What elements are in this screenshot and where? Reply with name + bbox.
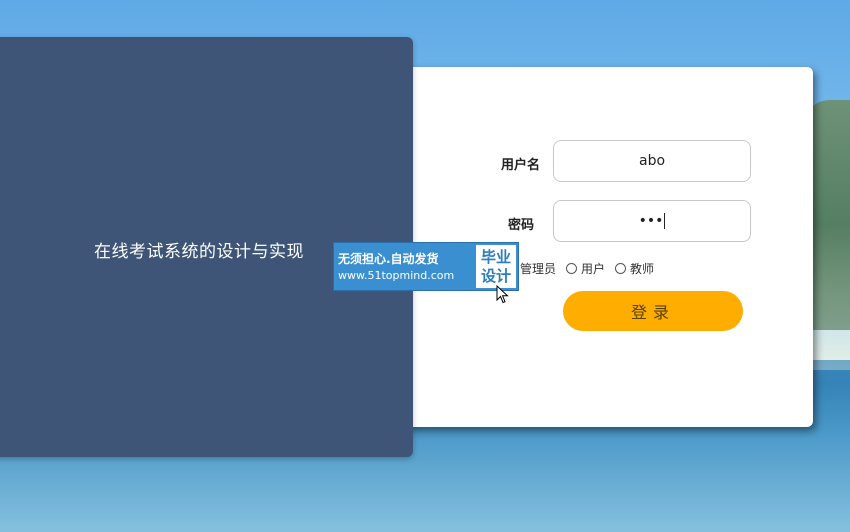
role-label-admin: 管理员 [520, 262, 557, 276]
watermark-badge: 毕业 设计 [476, 245, 516, 288]
watermark-stamp: 无须担心.自动发货 www.51topmind.com 毕业 设计 [333, 242, 519, 291]
radio-icon[interactable] [566, 263, 578, 274]
password-input[interactable]: ••• [553, 200, 751, 242]
watermark-text: 无须担心.自动发货 www.51topmind.com [334, 243, 474, 290]
role-label-user: 用户 [581, 262, 606, 276]
watermark-line2: www.51topmind.com [338, 268, 455, 282]
watermark-badge-line2: 设计 [480, 266, 511, 285]
role-label-teacher: 教师 [630, 262, 655, 276]
mouse-cursor-icon [496, 285, 509, 304]
role-radio-group: 管理员 用户 教师 [520, 260, 664, 277]
watermark-line1: 无须担心.自动发货 [338, 251, 439, 266]
system-title: 在线考试系统的设计与实现 [94, 242, 304, 262]
login-button[interactable]: 登录 [563, 291, 743, 331]
password-value: ••• [638, 213, 664, 229]
text-caret [664, 213, 666, 229]
username-value: abo [638, 153, 666, 169]
role-option-admin[interactable]: 管理员 [520, 260, 556, 277]
role-option-user[interactable]: 用户 [566, 260, 605, 277]
radio-icon[interactable] [615, 263, 627, 274]
password-label: 密码 [507, 218, 534, 233]
role-option-teacher[interactable]: 教师 [615, 260, 654, 277]
username-label: 用户名 [500, 158, 540, 173]
username-input[interactable]: abo [553, 140, 751, 182]
watermark-badge-line1: 毕业 [480, 247, 511, 266]
login-page: 在线考试系统的设计与实现 用户名 abo 密码 ••• 管理员 用户 教师 登录 [0, 0, 850, 532]
